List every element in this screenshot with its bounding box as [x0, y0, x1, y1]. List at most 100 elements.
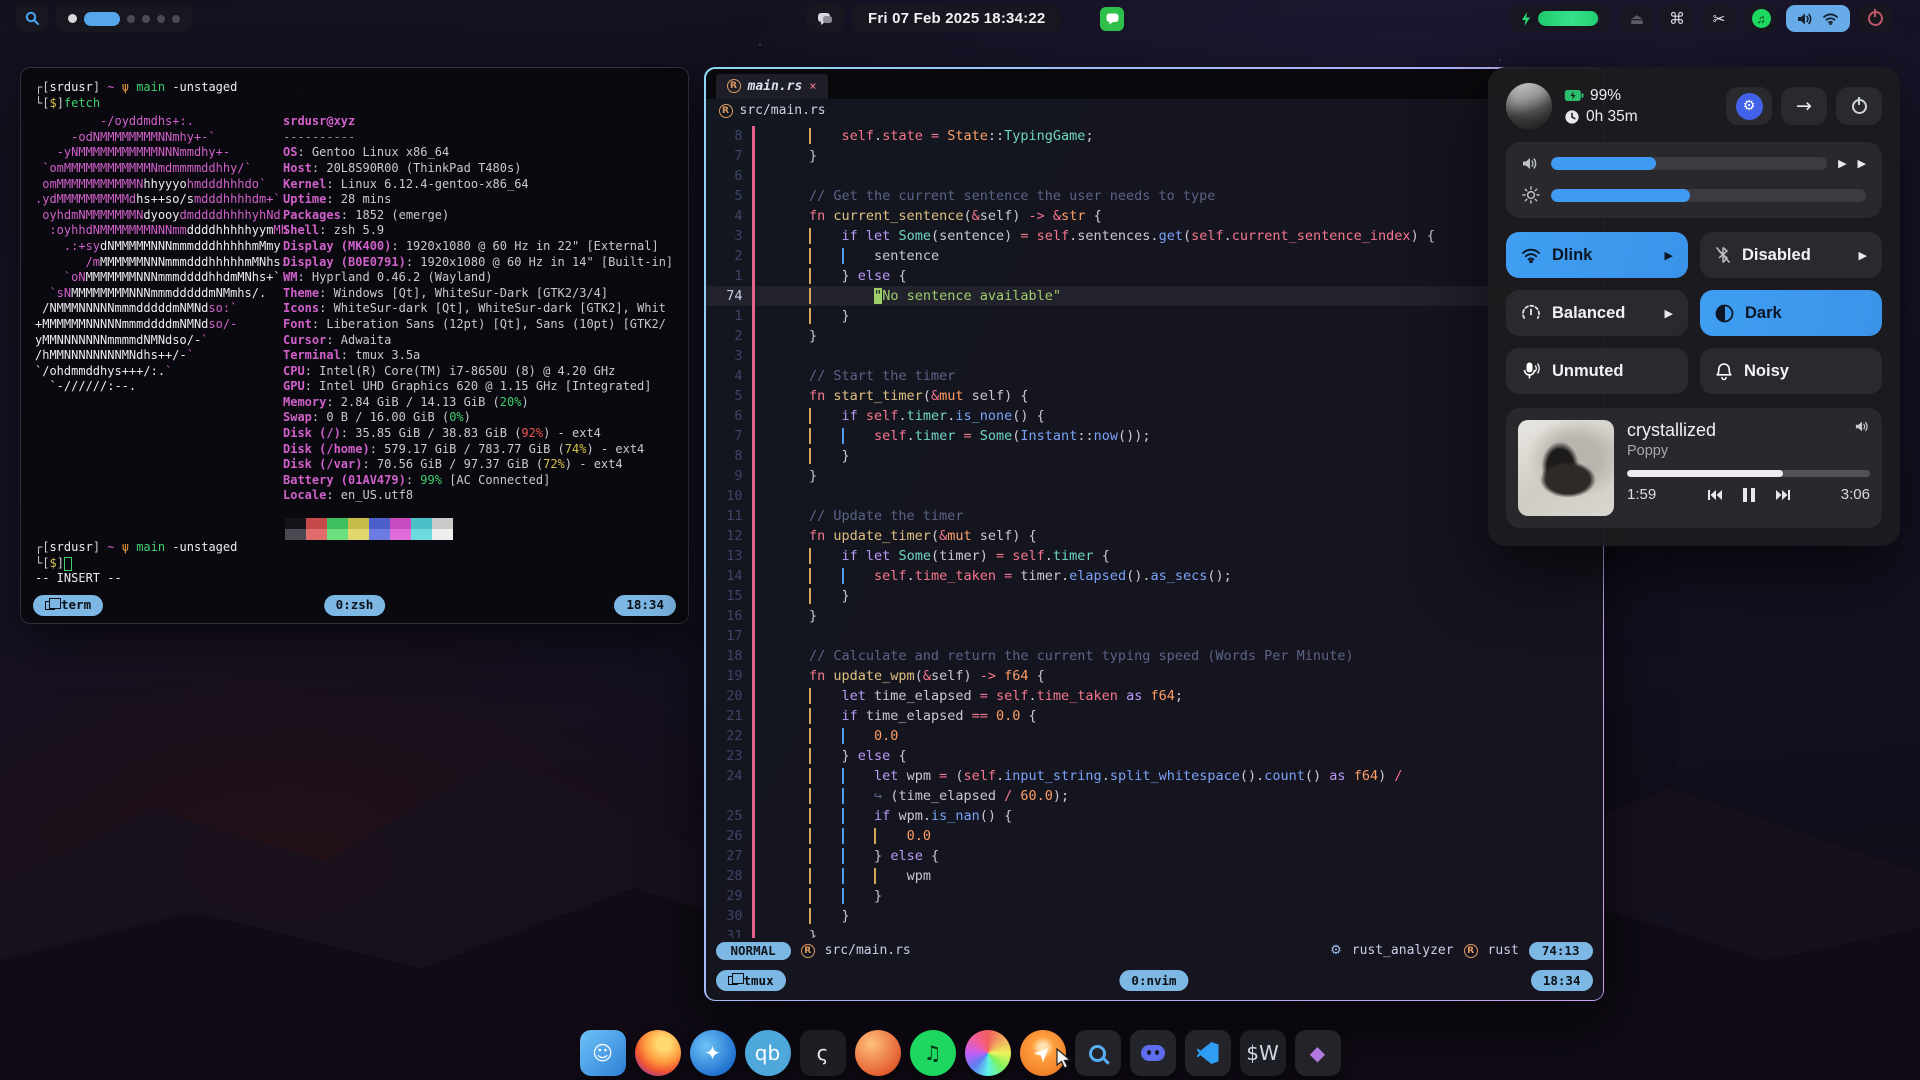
code-line[interactable]: 22 0.0	[706, 726, 1603, 746]
settings-button[interactable]: ⚙	[1726, 87, 1772, 125]
dock-firefox[interactable]	[635, 1030, 681, 1076]
workspace-indicator[interactable]	[56, 5, 192, 32]
search-button[interactable]	[16, 5, 48, 32]
spotify-tray-button[interactable]: ♫	[1744, 5, 1778, 32]
code-line[interactable]: 5 // Get the current sentence the user n…	[706, 186, 1603, 206]
tmux-session-pill[interactable]: tmux	[716, 970, 786, 991]
workspace-dot[interactable]	[68, 14, 77, 23]
volume-slider[interactable]	[1551, 157, 1827, 170]
dock-discord[interactable]	[1130, 1030, 1176, 1076]
volume-output-chevron[interactable]: ▶	[1838, 157, 1846, 170]
dock-vscode[interactable]	[1185, 1030, 1231, 1076]
dock-loupe[interactable]	[1075, 1030, 1121, 1076]
code-line[interactable]: 3 if let Some(sentence) = self.sentences…	[706, 226, 1603, 246]
code-line[interactable]: 31 }	[706, 926, 1603, 938]
code-line[interactable]: 4 // Start the timer	[706, 366, 1603, 386]
dock-spotify[interactable]: ♫	[910, 1030, 956, 1076]
power-profile-chevron[interactable]: ▶	[1665, 307, 1673, 320]
code-line[interactable]: 29 }	[706, 886, 1603, 906]
dock-thunderbird[interactable]: ✦	[690, 1030, 736, 1076]
code-line[interactable]: 20 let time_elapsed = self.time_taken as…	[706, 686, 1603, 706]
command-key-button[interactable]: ⌘	[1660, 5, 1694, 32]
logout-button[interactable]: →	[1781, 87, 1827, 125]
code-line[interactable]: 15 }	[706, 586, 1603, 606]
code-line[interactable]: 25 if wpm.is_nan() {	[706, 806, 1603, 826]
battery-pill[interactable]	[1510, 5, 1610, 32]
code-line[interactable]: 27 } else {	[706, 846, 1603, 866]
user-avatar[interactable]	[1506, 83, 1552, 129]
code-line[interactable]: 74 "No sentence available"	[706, 286, 1603, 306]
code-line[interactable]: 28 wpm	[706, 866, 1603, 886]
dock-photos[interactable]	[965, 1030, 1011, 1076]
code-line[interactable]: 4 fn current_sentence(&self) -> &str {	[706, 206, 1603, 226]
power-menu-button[interactable]	[1836, 87, 1882, 125]
workspace-dot[interactable]	[127, 15, 135, 23]
code-line[interactable]: 17	[706, 626, 1603, 646]
screenshot-button[interactable]: ✂	[1702, 5, 1736, 32]
code-line[interactable]: 2 sentence	[706, 246, 1603, 266]
pause-icon[interactable]	[1743, 488, 1755, 502]
dock-files[interactable]: ☺	[580, 1030, 626, 1076]
power-profile-toggle[interactable]: Balanced ▶	[1506, 290, 1688, 336]
eject-button[interactable]: ⏏	[1620, 5, 1654, 32]
code-line[interactable]: 19 fn update_wpm(&self) -> f64 {	[706, 666, 1603, 686]
brightness-slider[interactable]	[1551, 189, 1866, 202]
code-line[interactable]: 6 if self.timer.is_none() {	[706, 406, 1603, 426]
bluetooth-toggle[interactable]: Disabled ▶	[1700, 232, 1882, 278]
tmux-window-pill[interactable]: 0:nvim	[1119, 970, 1188, 991]
dock-orange-sphere[interactable]	[855, 1030, 901, 1076]
dock-qbittorrent[interactable]: qb	[745, 1030, 791, 1076]
volume-apps-chevron[interactable]: ▶	[1858, 157, 1866, 170]
next-track-icon[interactable]	[1775, 489, 1791, 501]
code-line[interactable]: 8 self.state = State::TypingGame;	[706, 126, 1603, 146]
code-line[interactable]: 18 // Calculate and return the current t…	[706, 646, 1603, 666]
power-button[interactable]	[1858, 5, 1892, 32]
editor-window[interactable]: R main.rs × R src/main.rs 8 self.state =…	[704, 67, 1604, 1001]
tab-close-icon[interactable]: ×	[809, 79, 816, 93]
workspace-dot[interactable]	[84, 12, 120, 26]
code-line[interactable]: 7 }	[706, 146, 1603, 166]
tmux-window-pill[interactable]: 0:zsh	[324, 595, 386, 616]
previous-track-icon[interactable]	[1707, 489, 1723, 501]
wifi-toggle[interactable]: Dlink ▶	[1506, 232, 1688, 278]
wifi-chevron[interactable]: ▶	[1665, 249, 1673, 262]
code-line[interactable]: 21 if time_elapsed == 0.0 {	[706, 706, 1603, 726]
code-line[interactable]: 2 }	[706, 326, 1603, 346]
workspace-dot[interactable]	[142, 15, 150, 23]
dock-gem[interactable]: ◆	[1295, 1030, 1341, 1076]
code-line[interactable]: 24 let wpm = (self.input_string.split_wh…	[706, 766, 1603, 786]
mic-toggle[interactable]: Unmuted	[1506, 348, 1688, 394]
tab-main-rs[interactable]: R main.rs ×	[716, 74, 828, 99]
code-line[interactable]: 5 fn start_timer(&mut self) {	[706, 386, 1603, 406]
code-line[interactable]: 10	[706, 486, 1603, 506]
code-line[interactable]: 6	[706, 166, 1603, 186]
code-line[interactable]: 8 }	[706, 446, 1603, 466]
code-line[interactable]: 30 }	[706, 906, 1603, 926]
code-line[interactable]: 3	[706, 346, 1603, 366]
code-area[interactable]: 8 self.state = State::TypingGame;7 }65 /…	[706, 123, 1603, 938]
bluetooth-chevron[interactable]: ▶	[1859, 249, 1867, 262]
workspace-dot[interactable]	[157, 15, 165, 23]
notifications-toggle[interactable]: Noisy	[1700, 348, 1882, 394]
dock-s-app[interactable]: ς	[800, 1030, 846, 1076]
code-line[interactable]: ↪ (time_elapsed / 60.0);	[706, 786, 1603, 806]
code-line[interactable]: 12 fn update_timer(&mut self) {	[706, 526, 1603, 546]
code-line[interactable]: 16 }	[706, 606, 1603, 626]
code-line[interactable]: 7 self.timer = Some(Instant::now());	[706, 426, 1603, 446]
code-line[interactable]: 1 } else {	[706, 266, 1603, 286]
theme-toggle[interactable]: Dark	[1700, 290, 1882, 336]
code-line[interactable]: 9 }	[706, 466, 1603, 486]
media-output-icon[interactable]	[1855, 420, 1870, 433]
notifications-button[interactable]	[806, 5, 844, 32]
terminal-window[interactable]: ┌[srdusr] ~ ψ main -unstaged└[$]fetch -/…	[20, 67, 689, 624]
audio-network-pill[interactable]	[1786, 5, 1850, 32]
workspace-dot[interactable]	[172, 15, 180, 23]
code-line[interactable]: 14 self.time_taken = timer.elapsed().as_…	[706, 566, 1603, 586]
code-line[interactable]: 1 }	[706, 306, 1603, 326]
track-progress-bar[interactable]	[1627, 470, 1870, 477]
tmux-session-pill[interactable]: term	[33, 595, 103, 616]
messenger-tray-icon[interactable]	[1100, 7, 1124, 31]
code-line[interactable]: 13 if let Some(timer) = self.timer {	[706, 546, 1603, 566]
code-line[interactable]: 11 // Update the timer	[706, 506, 1603, 526]
clock-pill[interactable]: Fri 07 Feb 2025 18:34:22	[852, 5, 1061, 32]
